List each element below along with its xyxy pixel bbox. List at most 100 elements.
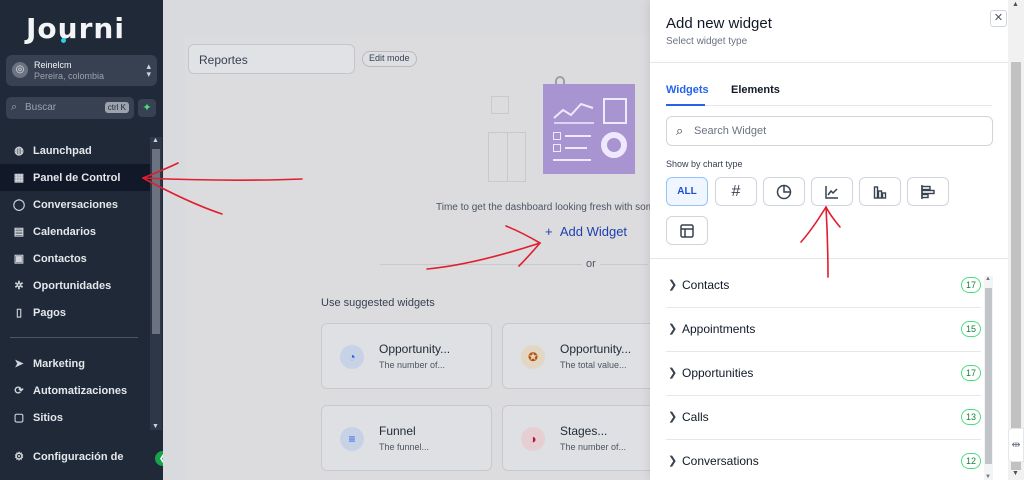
category-conversations[interactable]: ❯ Conversations 12 (666, 440, 981, 480)
plus-icon: + (545, 224, 553, 239)
category-label: Conversations (682, 454, 759, 468)
suggested-widget-card[interactable]: ◑ Stages... The number of... (502, 405, 673, 471)
line-chart-illustration-icon (553, 102, 594, 124)
add-widget-drawer: Add new widget Select widget type ✕ Widg… (650, 0, 1008, 480)
scroll-up-arrow-icon[interactable]: ▲ (1012, 1, 1019, 8)
drawer-scroll-thumb[interactable] (985, 288, 992, 464)
count-badge: 13 (960, 409, 981, 425)
tabs-divider (666, 105, 992, 106)
binder-illustration-icon (488, 132, 526, 182)
filter-bar-button[interactable] (859, 177, 901, 206)
category-appointments[interactable]: ❯ Appointments 15 (666, 308, 981, 352)
chevron-right-icon: ❯ (668, 455, 678, 467)
card-description: The total value... (560, 360, 627, 370)
sidebar-item-label: Panel de Control (33, 171, 121, 184)
sidebar-item-sitios[interactable]: ▢ Sitios (0, 404, 150, 431)
scroll-down-arrow-icon[interactable]: ▼ (152, 423, 159, 430)
sidebar-item-label: Calendarios (33, 225, 96, 238)
drawer-divider (650, 62, 1008, 63)
filter-number-button[interactable]: # (715, 177, 757, 206)
sidebar-item-label: Launchpad (33, 144, 92, 157)
suggested-widget-card[interactable]: ✪ Opportunity... The total value... (502, 323, 673, 389)
sidebar-item-oportunidades[interactable]: ✲ Oportunidades (0, 272, 150, 299)
drawer-divider (650, 258, 1008, 259)
edit-mode-button[interactable]: Edit mode (362, 51, 417, 67)
chevron-updown-icon: ▴ ▾ (146, 61, 151, 79)
chevron-right-icon: ❯ (668, 411, 678, 423)
drawer-subtitle: Select widget type (666, 36, 748, 47)
card-title: Funnel (379, 424, 416, 438)
page-scroll-thumb[interactable] (1011, 62, 1021, 470)
dashboard-illustration (543, 84, 635, 174)
filter-pie-button[interactable] (763, 177, 805, 206)
scroll-up-arrow-icon[interactable]: ▲ (152, 137, 159, 144)
filter-all-button[interactable]: ALL (666, 177, 708, 206)
sidebar-item-label: Sitios (33, 411, 63, 424)
sidebar-item-label: Automatizaciones (33, 384, 128, 397)
sidebar: Journi ◎ Reinelcm Pereira, colombia ▴ ▾ ⌕… (0, 0, 163, 480)
scroll-up-arrow-icon[interactable]: ▲ (985, 276, 991, 282)
pie-chart-icon: ◔ (340, 345, 364, 369)
suggested-widget-card[interactable]: ≡ Funnel The funnel... (321, 405, 492, 471)
horizontal-bar-chart-icon (921, 185, 935, 199)
quick-action-icon[interactable]: ✦ (138, 99, 156, 117)
page-scrollbar[interactable]: ▲ ▼ (1008, 0, 1024, 480)
sidebar-item-marketing[interactable]: ➤ Marketing (0, 350, 150, 377)
sidebar-item-conversaciones[interactable]: ◯ Conversaciones (0, 191, 150, 218)
sidebar-scroll-thumb[interactable] (152, 149, 160, 334)
text-line-illustration (565, 147, 587, 149)
category-opportunities[interactable]: ❯ Opportunities 17 (666, 352, 981, 396)
sidebar-item-label: Contactos (33, 252, 87, 265)
drawer-title: Add new widget (666, 15, 772, 32)
add-widget-button[interactable]: + Add Widget (545, 224, 627, 239)
count-badge: 17 (960, 365, 981, 381)
sidebar-search[interactable]: ⌕ Buscar ctrl K (6, 97, 134, 119)
tab-widgets[interactable]: Widgets (666, 84, 709, 96)
sidebar-item-launchpad[interactable]: ◍ Launchpad (0, 137, 150, 164)
sidebar-item-automatizaciones[interactable]: ⟳ Automatizaciones (0, 377, 150, 404)
category-calls[interactable]: ❯ Calls 13 (666, 396, 981, 440)
tab-elements[interactable]: Elements (731, 84, 780, 96)
or-separator: or (582, 258, 600, 270)
app-logo[interactable]: Journi (26, 12, 125, 45)
drawer-scrollbar[interactable]: ▲ ▼ (984, 276, 993, 480)
widget-search-input[interactable]: ⌕ Search Widget (666, 116, 993, 146)
category-label: Appointments (682, 322, 756, 336)
filter-line-button[interactable] (811, 177, 853, 206)
close-icon[interactable]: ✕ (990, 10, 1007, 27)
card-title: Opportunity... (379, 342, 451, 356)
number-icon: # (731, 183, 741, 200)
checkbox-illustration-icon (553, 144, 561, 152)
category-label: Opportunities (682, 366, 754, 380)
checkbox-illustration-icon (553, 132, 561, 140)
sidebar-scrollbar[interactable]: ▲ ▼ (150, 137, 162, 430)
globe-window-icon: ▢ (13, 412, 25, 424)
category-contacts[interactable]: ❯ Contacts 17 (666, 264, 981, 308)
card-description: The number of... (379, 360, 446, 370)
card-description: The number of... (560, 442, 627, 452)
scroll-down-arrow-icon[interactable]: ▼ (985, 474, 991, 480)
sidebar-item-configuracion[interactable]: ⚙ Configuración de (0, 443, 150, 470)
category-label: Contacts (682, 278, 730, 292)
award-icon: ✪ (521, 345, 545, 369)
table-illustration-icon (603, 98, 627, 124)
sidebar-item-panel-de-control[interactable]: ▦ Panel de Control (0, 164, 150, 191)
collapse-panel-icon[interactable]: ⇹ (1008, 428, 1024, 462)
dashboard-name-field[interactable]: Reportes (188, 44, 355, 74)
sidebar-item-pagos[interactable]: ▯ Pagos (0, 299, 150, 326)
table-icon (680, 224, 694, 238)
network-icon: ✲ (14, 280, 24, 292)
logo-text: Journi (26, 12, 125, 45)
filter-table-button[interactable] (666, 216, 708, 245)
account-switcher[interactable]: ◎ Reinelcm Pereira, colombia ▴ ▾ (6, 55, 157, 86)
filter-horizontal-bar-button[interactable] (907, 177, 949, 206)
suggested-widget-card[interactable]: ◔ Opportunity... The number of... (321, 323, 492, 389)
sidebar-item-label: Oportunidades (33, 279, 112, 292)
document-illustration-icon (491, 96, 509, 114)
count-badge: 17 (960, 277, 981, 293)
scroll-down-arrow-icon[interactable]: ▼ (1012, 470, 1019, 477)
shortcut-badge: ctrl K (104, 102, 129, 113)
sidebar-item-contactos[interactable]: ▣ Contactos (0, 245, 150, 272)
sidebar-item-calendarios[interactable]: ▤ Calendarios (0, 218, 150, 245)
chevron-right-icon: ❯ (668, 323, 678, 335)
